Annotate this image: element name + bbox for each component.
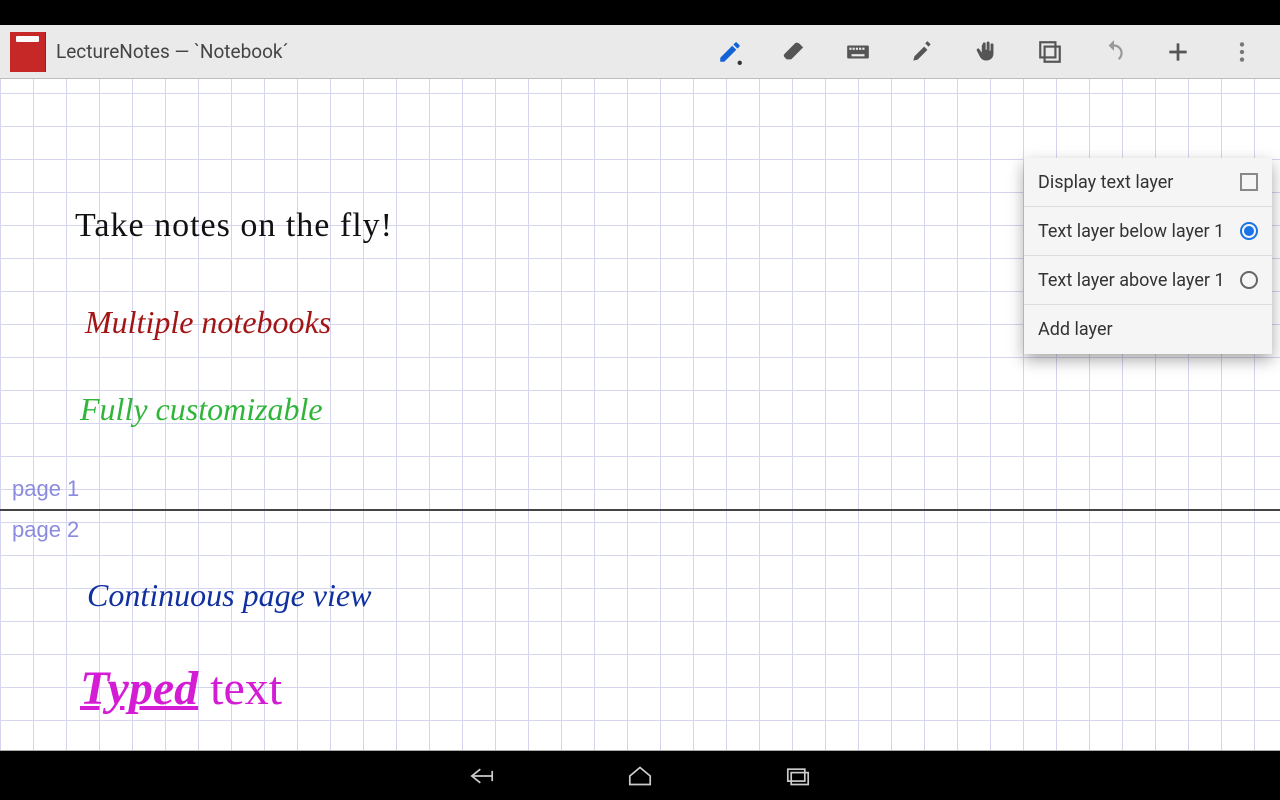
home-icon — [623, 763, 657, 789]
undo-button[interactable] — [1082, 25, 1146, 79]
android-navbar — [0, 751, 1280, 800]
status-bar-top — [0, 0, 1280, 25]
checkbox-icon — [1240, 173, 1258, 191]
pencil-tool-button[interactable] — [698, 25, 762, 79]
app-icon[interactable] — [10, 32, 46, 72]
page-label-1: page 1 — [12, 476, 79, 502]
nav-recent-button[interactable] — [774, 752, 822, 800]
layers-popup-menu: Display text layer Text layer below laye… — [1024, 158, 1272, 354]
nav-back-button[interactable] — [458, 752, 506, 800]
keyboard-icon — [845, 39, 871, 65]
menu-item-label: Display text layer — [1038, 172, 1240, 193]
handwriting-line-4: Continuous page view — [87, 577, 371, 614]
menu-item-display-text-layer[interactable]: Display text layer — [1024, 158, 1272, 207]
nav-home-button[interactable] — [616, 752, 664, 800]
menu-item-label: Text layer below layer 1 — [1038, 221, 1240, 242]
layers-icon — [1037, 39, 1063, 65]
marker-icon — [909, 39, 935, 65]
add-icon — [1165, 39, 1191, 65]
typed-text-rest: text — [198, 662, 282, 715]
eraser-icon — [781, 39, 807, 65]
typed-text-block: Typed text — [80, 661, 282, 716]
handwriting-line-1: Take notes on the fly! — [75, 207, 393, 245]
menu-item-text-layer-above[interactable]: Text layer above layer 1 — [1024, 256, 1272, 305]
handwriting-line-2: Multiple notebooks — [85, 304, 331, 341]
typed-text-bold: Typed — [80, 662, 198, 715]
page-separator — [0, 509, 1280, 511]
page-label-2: page 2 — [12, 517, 79, 543]
canvas-area[interactable]: Take notes on the fly! Multiple notebook… — [0, 79, 1280, 751]
eraser-tool-button[interactable] — [762, 25, 826, 79]
radio-icon — [1240, 271, 1258, 289]
layers-tool-button[interactable] — [1018, 25, 1082, 79]
radio-selected-icon — [1240, 222, 1258, 240]
keyboard-tool-button[interactable] — [826, 25, 890, 79]
hand-icon — [973, 39, 999, 65]
add-button[interactable] — [1146, 25, 1210, 79]
overflow-menu-button[interactable] — [1210, 25, 1274, 79]
app-title: LectureNotes — `Notebook´ — [56, 40, 289, 63]
menu-item-label: Text layer above layer 1 — [1038, 270, 1240, 291]
overflow-icon — [1229, 39, 1255, 65]
menu-item-text-layer-below[interactable]: Text layer below layer 1 — [1024, 207, 1272, 256]
back-icon — [465, 763, 499, 789]
menu-item-add-layer[interactable]: Add layer — [1024, 305, 1272, 354]
menu-item-label: Add layer — [1038, 319, 1258, 340]
marker-tool-button[interactable] — [890, 25, 954, 79]
app-toolbar: LectureNotes — `Notebook´ — [0, 25, 1280, 79]
pencil-icon — [717, 39, 743, 65]
hand-tool-button[interactable] — [954, 25, 1018, 79]
handwriting-line-3: Fully customizable — [80, 391, 323, 428]
recent-apps-icon — [781, 763, 815, 789]
undo-icon — [1101, 39, 1127, 65]
